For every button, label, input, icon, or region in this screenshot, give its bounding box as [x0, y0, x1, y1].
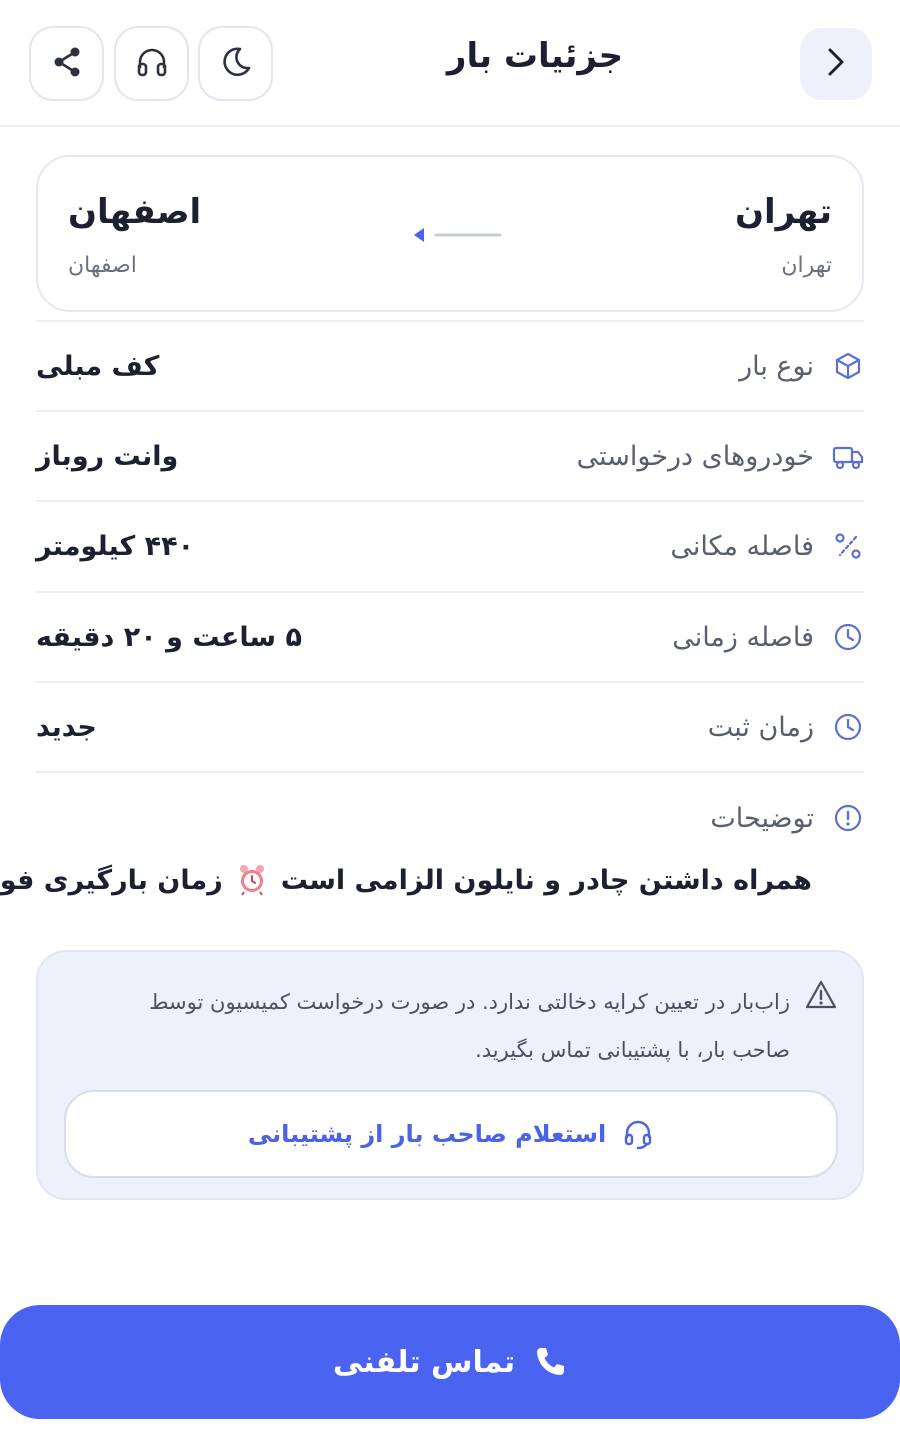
alarm-clock-icon — [237, 864, 267, 896]
load-details-page: جزئیات بار تهران تهران اصفهان اصفهان نوع… — [0, 0, 900, 1446]
notice-text: زاب‌بار در تعیین کرایه دخالتی ندارد. در … — [149, 990, 790, 1062]
dark-mode-button[interactable] — [198, 26, 273, 101]
route-origin: تهران تهران — [735, 187, 832, 281]
detail-label: نوع بار — [739, 350, 814, 382]
clock-icon — [832, 621, 864, 653]
share-button[interactable] — [29, 26, 104, 101]
destination-city: اصفهان — [68, 192, 202, 232]
route-destination: اصفهان اصفهان — [68, 187, 201, 281]
commission-notice: زاب‌بار در تعیین کرایه دخالتی ندارد. در … — [36, 950, 864, 1200]
destination-province: اصفهان — [68, 253, 137, 278]
chevron-right-icon — [824, 44, 848, 84]
page-title: جزئیات بار — [446, 36, 624, 76]
detail-row-distance: فاصله مکانی ۴۴۰ کیلومتر — [36, 501, 864, 591]
support-chat-icon — [622, 1118, 654, 1150]
description-header: توضیحات — [710, 798, 864, 838]
detail-value: کف مبلی — [36, 350, 160, 382]
back-button[interactable] — [800, 28, 872, 100]
detail-label: زمان ثبت — [707, 711, 814, 743]
origin-city: تهران — [734, 192, 832, 232]
detail-label: خودروهای درخواستی — [576, 440, 814, 472]
description-text-part2: زمان بارگیری فوری — [0, 864, 223, 896]
phone-icon — [533, 1345, 567, 1379]
description-text-part1: همراه داشتن چادر و نایلون الزامی است — [280, 864, 812, 896]
headset-icon — [134, 44, 170, 84]
phone-call-label: تماس تلفنی — [332, 1344, 516, 1380]
moon-icon — [218, 44, 254, 84]
box-icon — [832, 350, 864, 382]
detail-label: فاصله زمانی — [672, 621, 814, 653]
inquiry-button-label: استعلام صاحب بار از پشتیبانی — [247, 1120, 607, 1148]
origin-province: تهران — [781, 253, 832, 278]
divider — [36, 771, 864, 773]
truck-icon — [832, 440, 864, 472]
detail-row-vehicles: خودروهای درخواستی وانت روباز — [36, 411, 864, 501]
route-icon — [832, 530, 864, 562]
detail-row-duration: فاصله زمانی ۵ ساعت و ۲۰ دقیقه — [36, 592, 864, 682]
share-icon — [49, 44, 85, 84]
info-icon — [832, 802, 864, 834]
phone-call-button[interactable]: تماس تلفنی — [0, 1305, 900, 1419]
detail-value: ۴۴۰ کیلومتر — [36, 530, 195, 562]
detail-label: فاصله مکانی — [670, 530, 814, 562]
support-button[interactable] — [114, 26, 189, 101]
header: جزئیات بار — [0, 0, 900, 127]
detail-value: جدید — [36, 711, 97, 743]
detail-value: وانت روباز — [36, 440, 179, 472]
description-label: توضیحات — [710, 802, 814, 834]
route-card: تهران تهران اصفهان اصفهان — [36, 155, 864, 312]
clock-icon — [832, 711, 864, 743]
detail-value: ۵ ساعت و ۲۰ دقیقه — [36, 621, 302, 653]
route-arrow-icon — [414, 223, 504, 247]
detail-row-registered: زمان ثبت جدید — [36, 682, 864, 772]
warning-icon — [804, 978, 838, 1012]
description-text: همراه داشتن چادر و نایلون الزامی است زما… — [0, 858, 812, 902]
inquiry-owner-button[interactable]: استعلام صاحب بار از پشتیبانی — [64, 1090, 838, 1178]
detail-row-cargo-type: نوع بار کف مبلی — [36, 321, 864, 411]
